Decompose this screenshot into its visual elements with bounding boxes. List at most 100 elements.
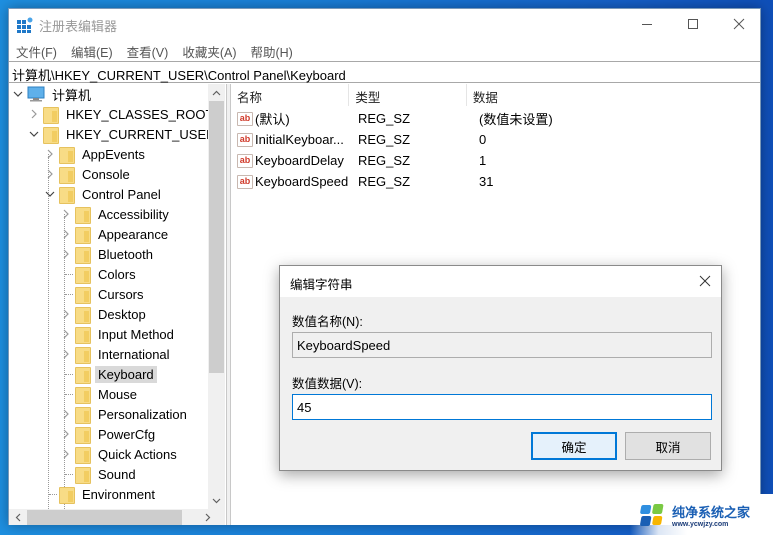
- tree-node-label: Sound: [98, 466, 136, 482]
- chevron-right-icon[interactable]: [59, 304, 73, 324]
- value-name-field[interactable]: [292, 332, 712, 358]
- chevron-right-icon[interactable]: [59, 204, 73, 224]
- tree-node[interactable]: Colors: [59, 264, 139, 284]
- tree-node-label: Control Panel: [82, 186, 161, 202]
- chevron-right-icon[interactable]: [59, 324, 73, 344]
- chevron-down-icon[interactable]: [43, 184, 57, 204]
- string-value-icon: ab: [237, 153, 253, 168]
- scroll-up-arrow[interactable]: [208, 84, 225, 101]
- value-data: 0: [479, 132, 487, 147]
- chevron-right-icon[interactable]: [43, 144, 57, 164]
- value-row[interactable]: ab KeyboardSpeed REG_SZ 31: [231, 171, 751, 192]
- menu-file[interactable]: 文件(F): [9, 39, 64, 61]
- tree-node-label: Keyboard: [95, 365, 157, 383]
- tree-node[interactable]: Mouse: [59, 384, 140, 404]
- tree-node-label: Accessibility: [98, 206, 169, 222]
- maximize-icon: [688, 19, 698, 29]
- scroll-thumb[interactable]: [27, 510, 182, 525]
- chevron-right-icon[interactable]: [43, 164, 57, 184]
- tree-node-label: Cursors: [98, 286, 144, 302]
- close-icon: [733, 18, 745, 30]
- value-data-field[interactable]: [292, 394, 712, 420]
- folder-icon: [59, 146, 75, 164]
- chevron-right-icon[interactable]: [27, 104, 41, 124]
- tree-node[interactable]: Input Method: [59, 324, 177, 344]
- cancel-button[interactable]: 取消: [625, 432, 711, 460]
- value-row[interactable]: ab InitialKeyboar... REG_SZ 0: [231, 129, 751, 150]
- dialog-close-button[interactable]: [689, 266, 721, 296]
- tree-node[interactable]: Console: [43, 164, 133, 184]
- chevron-right-icon[interactable]: [59, 424, 73, 444]
- value-type: REG_SZ: [358, 174, 411, 189]
- scroll-thumb[interactable]: [209, 101, 224, 373]
- folder-icon: [75, 266, 91, 284]
- menu-help[interactable]: 帮助(H): [243, 39, 299, 61]
- folder-icon: [75, 226, 91, 244]
- column-header-name[interactable]: 名称: [231, 84, 350, 106]
- folder-icon: [75, 406, 91, 424]
- menu-favorites[interactable]: 收藏夹(A): [175, 39, 243, 61]
- minimize-icon: [642, 24, 652, 25]
- chevron-right-icon[interactable]: [59, 404, 73, 424]
- tree-node[interactable]: PowerCfg: [59, 424, 158, 444]
- tree-connector: [59, 384, 73, 404]
- column-header-type[interactable]: 类型: [349, 84, 467, 106]
- minimize-button[interactable]: [624, 9, 670, 39]
- tree-node[interactable]: Quick Actions: [59, 444, 180, 464]
- regedit-app-icon: [17, 17, 33, 33]
- chevron-right-icon[interactable]: [59, 244, 73, 264]
- tree-node[interactable]: HKEY_CLASSES_ROOT: [27, 104, 216, 124]
- tree-node[interactable]: AppEvents: [43, 144, 148, 164]
- folder-icon: [75, 466, 91, 484]
- tree-node[interactable]: Accessibility: [59, 204, 172, 224]
- folder-icon: [75, 426, 91, 444]
- tree-node[interactable]: HKEY_CURRENT_USER: [27, 124, 219, 144]
- chevron-down-icon[interactable]: [27, 124, 41, 144]
- scroll-right-arrow[interactable]: [199, 509, 216, 525]
- menu-bar: 文件(F) 编辑(E) 查看(V) 收藏夹(A) 帮助(H): [9, 39, 760, 61]
- tree-connector: [43, 484, 57, 504]
- ok-button[interactable]: 确定: [531, 432, 617, 460]
- tree-node[interactable]: Personalization: [59, 404, 190, 424]
- tree-node[interactable]: Keyboard: [59, 364, 157, 384]
- column-header-data[interactable]: 数据: [467, 84, 760, 106]
- scroll-down-arrow[interactable]: [208, 492, 225, 509]
- value-row[interactable]: ab (默认) REG_SZ (数值未设置): [231, 108, 751, 129]
- tree-node[interactable]: Sound: [59, 464, 139, 484]
- watermark-title: 纯净系统之家: [672, 504, 751, 520]
- tree-node[interactable]: Desktop: [59, 304, 149, 324]
- tree-node[interactable]: Control Panel: [43, 184, 164, 204]
- menu-view[interactable]: 查看(V): [120, 39, 176, 61]
- chevron-down-icon[interactable]: [11, 84, 25, 104]
- chevron-right-icon[interactable]: [59, 224, 73, 244]
- tree-node[interactable]: Appearance: [59, 224, 171, 244]
- scroll-left-arrow[interactable]: [9, 509, 26, 525]
- tree-node[interactable]: International: [59, 344, 173, 364]
- chevron-right-icon[interactable]: [59, 344, 73, 364]
- tree-node-label: Mouse: [98, 386, 138, 402]
- tree-node[interactable]: Environment: [43, 484, 158, 504]
- tree-node-label: Environment: [82, 486, 155, 502]
- close-button[interactable]: [716, 9, 762, 39]
- tree-node-computer[interactable]: 计算机: [11, 84, 94, 104]
- chevron-right-icon[interactable]: [59, 444, 73, 464]
- value-type: REG_SZ: [358, 132, 411, 147]
- tree-connector: [59, 284, 73, 304]
- value-data: 31: [479, 174, 494, 189]
- tree-node[interactable]: Cursors: [59, 284, 147, 304]
- tree-vertical-scrollbar[interactable]: [208, 84, 225, 509]
- menu-edit[interactable]: 编辑(E): [64, 39, 120, 61]
- folder-icon: [75, 246, 91, 264]
- value-name-label: 数值名称(N):: [292, 315, 363, 329]
- address-bar[interactable]: 计算机\HKEY_CURRENT_USER\Control Panel\Keyb…: [9, 61, 760, 83]
- folder-icon: [59, 166, 75, 184]
- title-bar: 注册表编辑器: [9, 9, 760, 39]
- value-name: KeyboardSpeed: [255, 174, 349, 189]
- value-row[interactable]: ab KeyboardDelay REG_SZ 1: [231, 150, 751, 171]
- tree-node-label: PowerCfg: [98, 426, 156, 442]
- maximize-button[interactable]: [670, 9, 716, 39]
- tree-horizontal-scrollbar[interactable]: [9, 509, 225, 525]
- edit-string-dialog: 编辑字符串 数值名称(N): 数值数据(V): 确定 取消: [279, 265, 722, 471]
- tree-node[interactable]: Bluetooth: [59, 244, 156, 264]
- folder-icon: [59, 186, 75, 204]
